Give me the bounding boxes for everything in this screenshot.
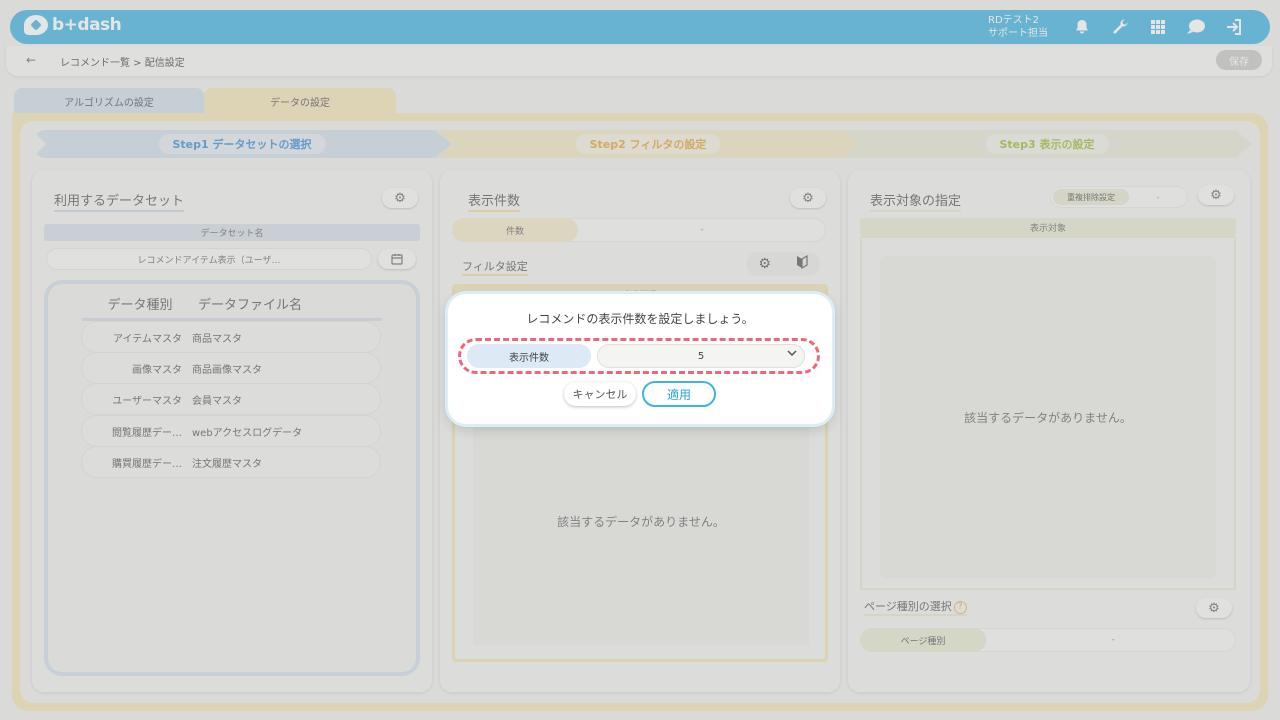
cancel-button[interactable]: キャンセル (564, 382, 636, 406)
select-value: 5 (697, 350, 705, 362)
apply-button[interactable]: 適用 (642, 381, 716, 407)
highlighted-count-field: 表示件数 5 (458, 338, 820, 374)
display-count-dialog: レコメンドの表示件数を設定しましょう。 表示件数 5 キャンセル 適用 (448, 294, 832, 424)
dialog-message: レコメンドの表示件数を設定しましょう。 (526, 312, 754, 326)
count-select[interactable]: 5 (597, 344, 805, 368)
field-label: 表示件数 (467, 344, 591, 368)
chevron-down-icon (787, 348, 797, 361)
